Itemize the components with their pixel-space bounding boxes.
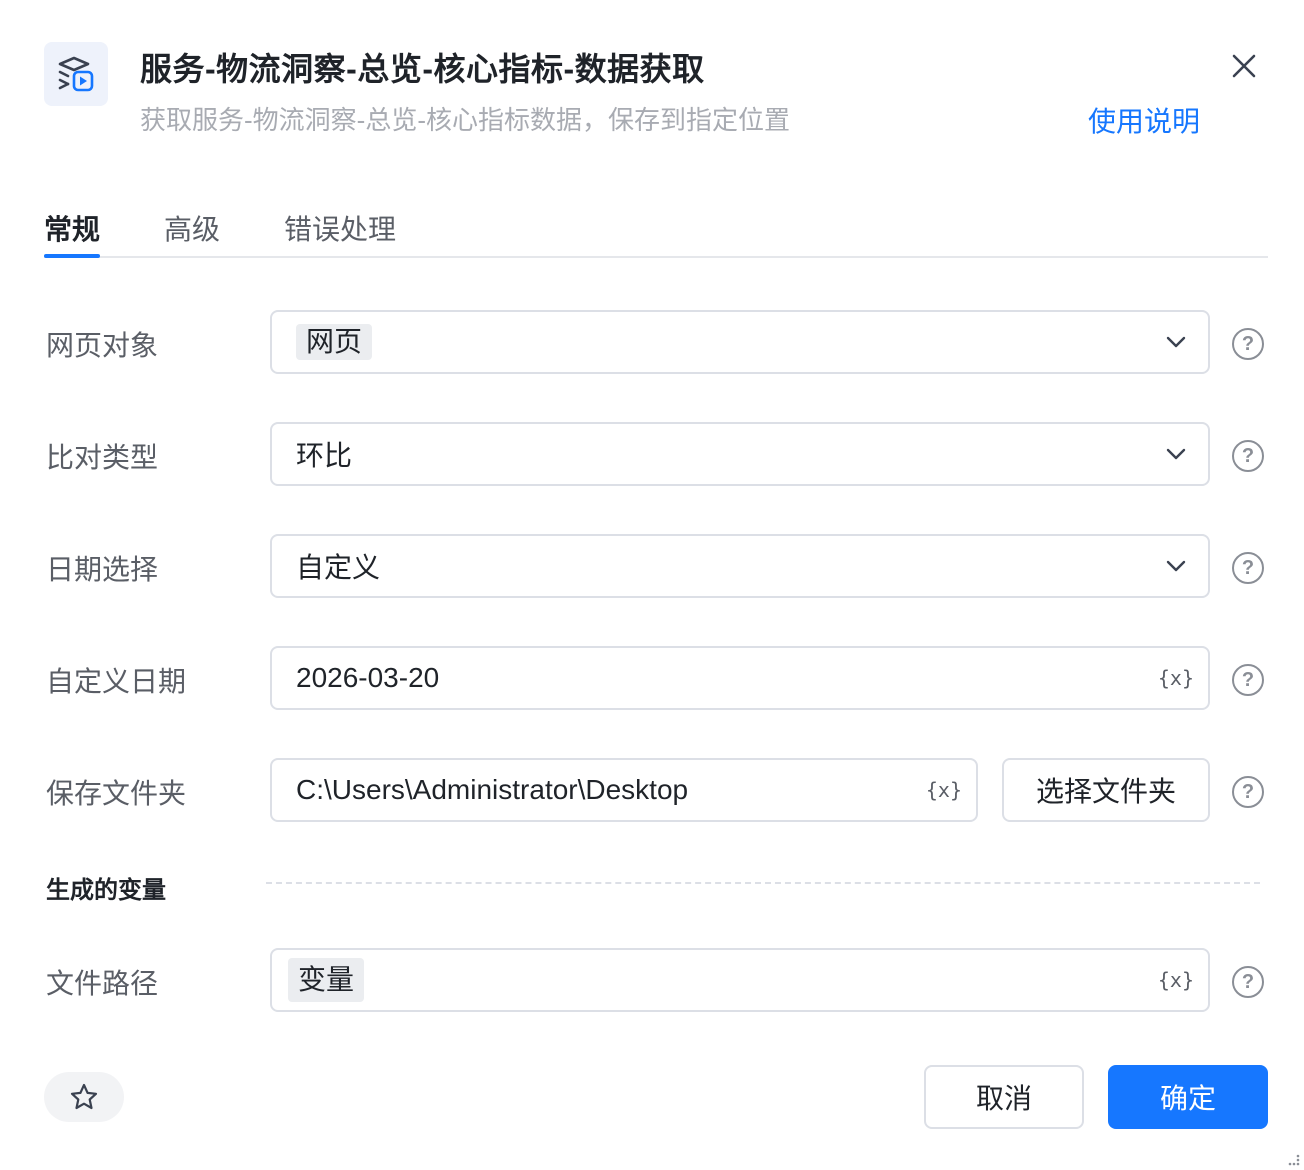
file-path-variable-tag: 变量 (288, 958, 365, 1002)
web-object-tag: 网页 (296, 324, 373, 360)
help-icon[interactable]: ? (1232, 664, 1264, 696)
web-object-label: 网页对象 (46, 330, 159, 361)
custom-date-input[interactable]: 2026-03-20 {x} (270, 646, 1210, 710)
compare-type-value: 环比 (296, 440, 353, 471)
dialog-title: 服务-物流洞察-总览-核心指标-数据获取 (140, 51, 705, 87)
tab-bar: 常规 高级 错误处理 (44, 200, 1268, 258)
web-object-select[interactable]: 网页 (270, 310, 1210, 374)
chevron-down-icon (1164, 554, 1188, 578)
compare-type-label: 比对类型 (46, 442, 159, 473)
generated-vars-title: 生成的变量 (46, 877, 166, 904)
compare-type-select[interactable]: 环比 (270, 422, 1210, 486)
variable-icon[interactable]: {x} (1158, 666, 1194, 690)
help-icon[interactable]: ? (1232, 552, 1264, 584)
active-tab-indicator (44, 254, 100, 258)
variable-icon[interactable]: {x} (926, 778, 962, 802)
variable-icon[interactable]: {x} (1158, 968, 1194, 992)
star-icon (70, 1083, 98, 1110)
tab-error-handling[interactable]: 错误处理 (284, 208, 396, 248)
favorite-button[interactable] (44, 1072, 124, 1122)
select-folder-button[interactable]: 选择文件夹 (1002, 758, 1210, 822)
help-icon[interactable]: ? (1232, 440, 1264, 472)
file-path-input[interactable]: 变量 {x} (270, 948, 1210, 1012)
layers-play-icon (44, 42, 108, 106)
chevron-down-icon (1164, 442, 1188, 466)
date-select-label: 日期选择 (46, 554, 159, 585)
save-folder-value: C:\Users\Administrator\Desktop (296, 774, 689, 805)
confirm-button[interactable]: 确定 (1108, 1065, 1268, 1129)
date-select-select[interactable]: 自定义 (270, 534, 1210, 598)
save-folder-label: 保存文件夹 (46, 778, 187, 809)
custom-date-label: 自定义日期 (46, 666, 187, 697)
tab-general[interactable]: 常规 (44, 208, 100, 248)
help-icon[interactable]: ? (1232, 776, 1264, 808)
dialog-subtitle: 获取服务-物流洞察-总览-核心指标数据，保存到指定位置 (140, 105, 790, 135)
chevron-down-icon (1164, 330, 1188, 354)
usage-help-link[interactable]: 使用说明 (1088, 100, 1200, 140)
tab-advanced[interactable]: 高级 (164, 208, 220, 248)
cancel-button[interactable]: 取消 (924, 1065, 1084, 1129)
close-button[interactable] (1222, 44, 1266, 88)
resize-grip-icon[interactable] (1286, 1152, 1300, 1166)
custom-date-value: 2026-03-20 (296, 662, 440, 693)
close-icon (1232, 54, 1256, 78)
help-icon[interactable]: ? (1232, 966, 1264, 998)
help-icon[interactable]: ? (1232, 328, 1264, 360)
file-path-label: 文件路径 (46, 968, 159, 999)
section-divider (266, 882, 1260, 884)
date-select-value: 自定义 (296, 552, 381, 583)
save-folder-input[interactable]: C:\Users\Administrator\Desktop {x} (270, 758, 978, 822)
dialog: 服务-物流洞察-总览-核心指标-数据获取 获取服务-物流洞察-总览-核心指标数据… (0, 0, 1304, 1170)
